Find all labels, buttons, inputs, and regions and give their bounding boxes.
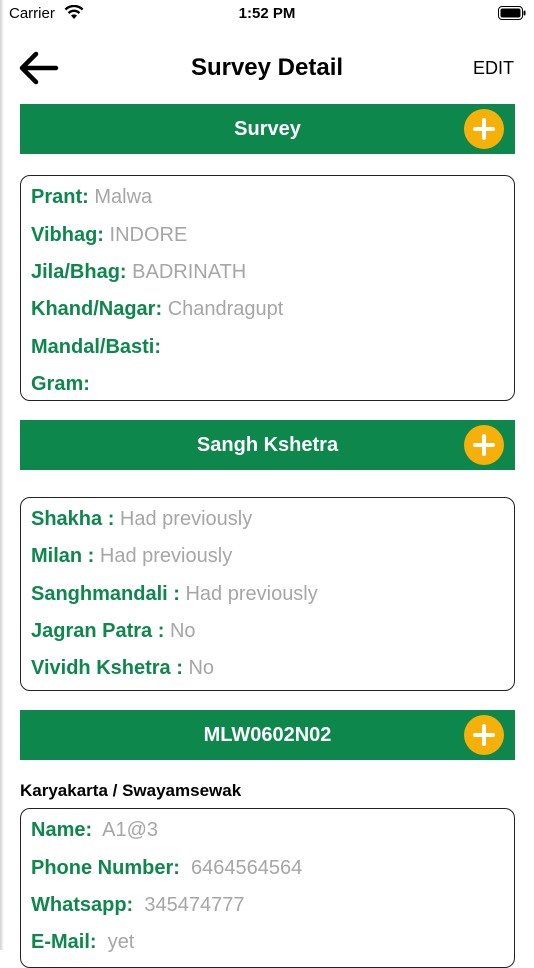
survey-card: Prant: Malwa Vibhag: INDORE Jila/Bhag: B… [20, 175, 515, 401]
survey-field-vibhag: Vibhag: INDORE [31, 224, 187, 254]
sangh-field-jagran-patra: Jagran Patra : No [31, 620, 196, 650]
survey-header-title: Survey [234, 117, 301, 140]
field-label: Milan : [31, 545, 95, 567]
sangh-kshetra-add-button[interactable] [464, 425, 504, 465]
karyakarta-field-name: Name: A1@3 [31, 819, 158, 849]
survey-field-gram: Gram: [31, 373, 90, 400]
clock: 1:52 PM [238, 5, 296, 22]
field-value: No [188, 657, 215, 679]
field-value: BADRINATH [132, 261, 247, 283]
field-label: Mandal/Basti: [31, 336, 162, 358]
nav-bar: Survey Detail EDIT [0, 40, 534, 96]
field-label: Gram: [31, 373, 90, 395]
field-label: Name: [31, 819, 93, 841]
field-label: Sanghmandali : [31, 583, 180, 605]
field-value: Had previously [119, 508, 253, 530]
survey-field-jila: Jila/Bhag: BADRINATH [31, 261, 246, 291]
field-value: No [169, 620, 196, 642]
code-section-header-title: MLW0602N02 [203, 723, 332, 746]
code-section-add-button[interactable] [464, 715, 504, 755]
field-label: Vividh Kshetra : [31, 657, 183, 679]
field-label: Jagran Patra : [31, 620, 165, 642]
field-label: Prant: [31, 186, 89, 208]
battery-icon [498, 6, 526, 20]
field-label: Phone Number: [31, 857, 180, 879]
page-title: Survey Detail [190, 54, 344, 81]
karyakarta-subtitle: Karyakarta / Swayamsewak [20, 781, 242, 800]
karyakarta-card: Name: A1@3 Phone Number: 6464564564 What… [20, 808, 515, 968]
sangh-kshetra-header: Sangh Kshetra [20, 420, 515, 470]
field-label: Vibhag: [31, 224, 104, 246]
sangh-field-shakha: Shakha : Had previously [31, 508, 252, 538]
edge-shadow [0, 0, 4, 950]
survey-add-button[interactable] [464, 109, 504, 149]
field-label: Whatsapp: [31, 894, 134, 916]
sangh-field-sanghmandali: Sanghmandali : Had previously [31, 583, 318, 613]
sangh-field-milan: Milan : Had previously [31, 545, 232, 575]
status-bar: Carrier 1:52 PM [0, 0, 534, 30]
field-value: Had previously [185, 583, 318, 605]
karyakarta-field-whatsapp: Whatsapp: 345474777 [31, 894, 244, 924]
karyakarta-field-phone: Phone Number: 6464564564 [31, 857, 302, 887]
field-value: Malwa [94, 186, 153, 208]
field-value: A1@3 [102, 819, 159, 841]
edit-button[interactable]: EDIT [473, 58, 514, 79]
sangh-kshetra-header-title: Sangh Kshetra [196, 433, 339, 456]
field-value: INDORE [109, 224, 188, 246]
field-value: Chandragupt [167, 298, 284, 320]
sangh-kshetra-card: Shakha : Had previously Milan : Had prev… [20, 497, 515, 691]
field-value: Had previously [99, 545, 233, 567]
sangh-field-vividh-kshetra: Vividh Kshetra : No [31, 657, 214, 687]
survey-header: Survey [20, 104, 515, 154]
field-value: 6464564564 [191, 857, 303, 879]
field-label: Shakha : [31, 508, 115, 530]
code-section-header: MLW0602N02 [20, 710, 515, 760]
field-value: 345474777 [144, 894, 245, 916]
field-label: Khand/Nagar: [31, 298, 163, 320]
field-label: Jila/Bhag: [31, 261, 127, 283]
survey-field-prant: Prant: Malwa [31, 186, 152, 216]
survey-field-mandal: Mandal/Basti: [31, 336, 161, 366]
karyakarta-field-email: E-Mail: yet [31, 931, 134, 961]
survey-field-khand: Khand/Nagar: Chandragupt [31, 298, 283, 328]
